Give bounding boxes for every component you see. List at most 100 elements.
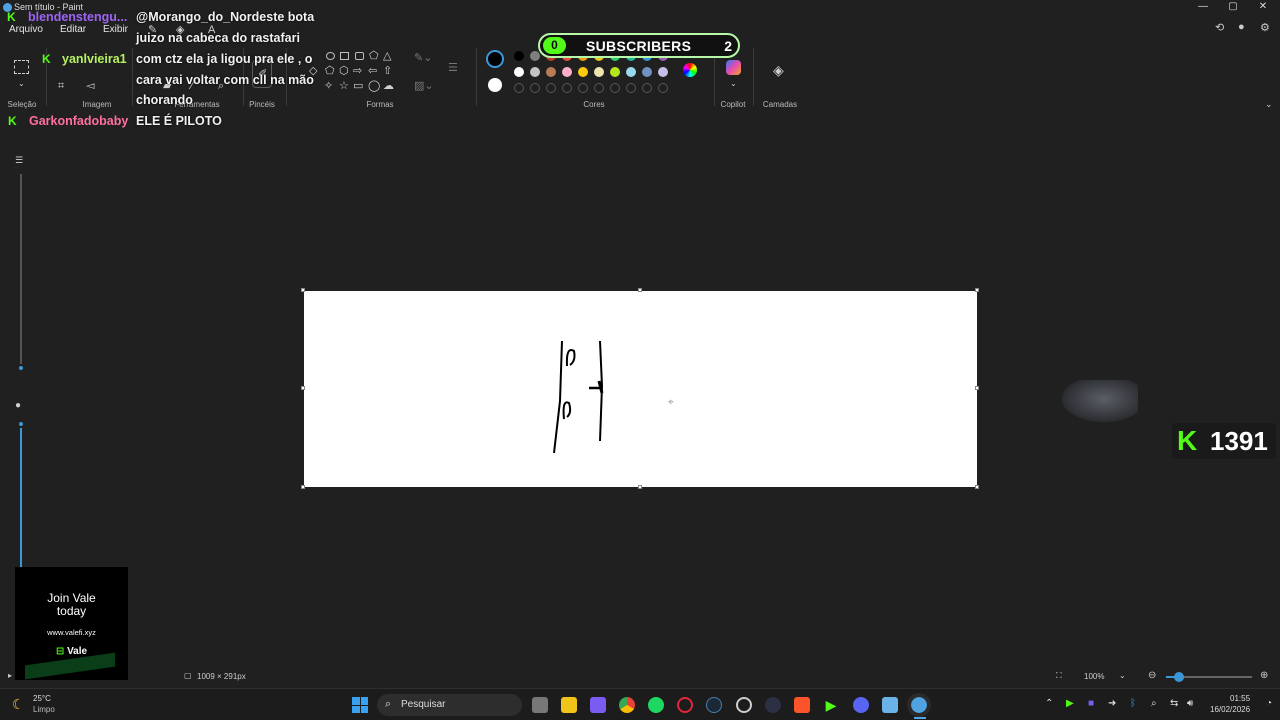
zoom-slider-knob[interactable] <box>1174 672 1184 682</box>
brave-icon[interactable] <box>794 697 810 713</box>
clock-date[interactable]: 16/02/2026 <box>1210 705 1250 714</box>
color-swatch[interactable] <box>562 67 572 77</box>
resize-handle[interactable] <box>638 288 642 292</box>
custom-color-slot[interactable] <box>594 83 604 93</box>
cloud-callout-shape-icon[interactable]: ☁ <box>383 80 394 92</box>
taskbar-search[interactable]: ⌕ Pesquisar <box>377 694 522 716</box>
chrome-icon[interactable] <box>619 697 635 713</box>
oval-callout-shape-icon[interactable]: ◯ <box>368 80 380 92</box>
apps-icon[interactable] <box>590 697 606 713</box>
custom-color-slot[interactable] <box>514 83 524 93</box>
obs-icon[interactable] <box>736 697 752 713</box>
windows-start-icon[interactable] <box>352 697 368 713</box>
edit-colors-icon[interactable] <box>683 63 697 77</box>
color-swatch[interactable] <box>578 67 588 77</box>
zoom-level[interactable]: 100% <box>1084 672 1104 681</box>
opacity-slider-track[interactable] <box>20 424 22 574</box>
star-shape-icon[interactable]: ☆ <box>339 80 349 92</box>
notifications-icon[interactable]: ◔ <box>1266 698 1272 709</box>
close-button[interactable]: ✕ <box>1250 0 1276 14</box>
tray-arrow-icon[interactable]: ➜ <box>1108 698 1116 709</box>
tray-kick-icon[interactable]: ▶ <box>1066 698 1074 709</box>
weather-desc[interactable]: Limpo <box>33 705 55 714</box>
custom-color-slot[interactable] <box>658 83 668 93</box>
resize-handle[interactable] <box>301 485 305 489</box>
outline-icon[interactable]: ✎⌄ <box>414 52 432 64</box>
opera-icon[interactable] <box>677 697 693 713</box>
right-arrow-shape-icon[interactable]: ⇨ <box>353 65 362 77</box>
kick-play-icon[interactable]: ▶ <box>823 697 839 713</box>
polygon-shape-icon[interactable]: ⬠ <box>369 50 379 62</box>
tray-overflow-icon[interactable]: ⌃ <box>1045 698 1053 709</box>
custom-color-slot[interactable] <box>530 83 540 93</box>
secondary-color[interactable] <box>488 78 502 92</box>
color-swatch[interactable] <box>530 67 540 77</box>
selection-icon[interactable] <box>14 60 29 74</box>
custom-color-slot[interactable] <box>562 83 572 93</box>
custom-color-slot[interactable] <box>546 83 556 93</box>
rotate-icon[interactable]: ◅ <box>86 80 94 92</box>
color-swatch[interactable] <box>658 67 668 77</box>
size-slider-track[interactable] <box>20 174 22 370</box>
file-explorer-icon[interactable] <box>561 697 577 713</box>
rounded-rect-shape-icon[interactable] <box>355 52 364 60</box>
volume-icon[interactable]: 🔊︎ <box>1187 698 1193 709</box>
color-swatch[interactable] <box>530 51 540 61</box>
zoom-in-icon[interactable]: ⊕ <box>1260 670 1268 681</box>
collapse-ribbon-icon[interactable]: ⌄ <box>1265 98 1273 110</box>
notepad-icon[interactable] <box>882 697 898 713</box>
left-arrow-shape-icon[interactable]: ⇦ <box>368 65 377 77</box>
bluetooth-icon[interactable]: ᛒ <box>1130 698 1136 709</box>
chevron-down-icon[interactable]: ⌄ <box>18 78 25 90</box>
share-icon[interactable]: ⟲ <box>1215 21 1224 34</box>
shape-fill-icon[interactable]: ▨⌄ <box>414 80 434 92</box>
color-swatch[interactable] <box>546 67 556 77</box>
minimize-button[interactable]: — <box>1190 0 1216 14</box>
discord-icon[interactable] <box>853 697 869 713</box>
network-icon[interactable]: ⇆ <box>1170 698 1178 709</box>
settings-icon[interactable]: ⚙ <box>1260 21 1270 34</box>
size-slider-knob[interactable] <box>17 364 25 372</box>
color-swatch[interactable] <box>514 67 524 77</box>
paint-taskbar-icon[interactable] <box>907 693 931 717</box>
color-swatch[interactable] <box>594 67 604 77</box>
drawing-canvas[interactable]: ⌖ <box>304 291 977 487</box>
rectangle-shape-icon[interactable] <box>340 52 349 60</box>
custom-color-slot[interactable] <box>578 83 588 93</box>
clock-time[interactable]: 01:55 <box>1230 694 1250 703</box>
chevron-down-icon[interactable]: ⌄ <box>730 78 737 90</box>
maximize-button[interactable]: ▢ <box>1220 0 1246 14</box>
resize-handle[interactable] <box>975 386 979 390</box>
weather-temp[interactable]: 25°C <box>33 694 51 703</box>
task-view-icon[interactable] <box>532 697 548 713</box>
color-swatch[interactable] <box>642 67 652 77</box>
chevron-down-icon[interactable]: ⌄ <box>1119 671 1126 680</box>
callout-shape-icon[interactable]: ▭ <box>353 80 363 92</box>
layers-icon[interactable]: ◈ <box>773 63 784 77</box>
tray-app-icon[interactable]: ■ <box>1088 698 1094 709</box>
opacity-slider-knob[interactable] <box>17 420 25 428</box>
app-arrow-icon[interactable] <box>765 697 781 713</box>
resize-handle[interactable] <box>638 485 642 489</box>
menu-editar[interactable]: Editar <box>60 24 86 35</box>
copilot-icon[interactable] <box>726 60 741 75</box>
color-swatch[interactable] <box>610 67 620 77</box>
steam-icon[interactable] <box>706 697 722 713</box>
account-icon[interactable]: ● <box>1238 21 1245 33</box>
resize-handle[interactable] <box>975 485 979 489</box>
up-arrow-shape-icon[interactable]: ⇧ <box>383 65 392 77</box>
spotify-icon[interactable] <box>648 697 664 713</box>
custom-color-slot[interactable] <box>610 83 620 93</box>
resize-handle[interactable] <box>301 386 305 390</box>
resize-handle[interactable] <box>301 288 305 292</box>
menu-arquivo[interactable]: Arquivo <box>9 24 43 35</box>
microphone-icon[interactable]: ⌕ <box>1151 698 1157 709</box>
stroke-size-icon[interactable]: ☰ <box>448 62 458 74</box>
custom-color-slot[interactable] <box>626 83 636 93</box>
custom-color-slot[interactable] <box>642 83 652 93</box>
fit-to-window-icon[interactable]: ⛶ <box>1056 671 1062 681</box>
zoom-out-icon[interactable]: ⊖ <box>1148 670 1156 681</box>
menu-exibir[interactable]: Exibir <box>103 24 128 35</box>
color-swatch[interactable] <box>514 51 524 61</box>
primary-color[interactable] <box>486 50 504 68</box>
